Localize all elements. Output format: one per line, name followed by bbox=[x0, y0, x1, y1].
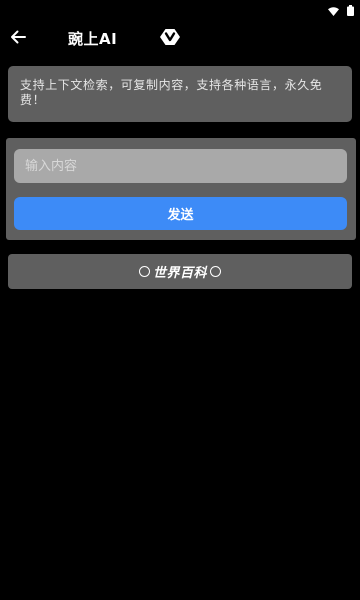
back-button[interactable] bbox=[4, 24, 32, 52]
chevron-diamond-icon bbox=[160, 29, 180, 49]
input-panel: 发送 bbox=[6, 138, 356, 240]
intro-text: 支持上下文检索，可复制内容，支持各种语言，永久免费！ bbox=[20, 78, 323, 107]
battery-icon bbox=[347, 1, 354, 20]
send-button[interactable]: 发送 bbox=[14, 197, 347, 230]
chat-input[interactable] bbox=[14, 149, 347, 183]
wifi-icon bbox=[328, 1, 339, 20]
app-title: 豌上AI bbox=[68, 30, 118, 48]
ring-icon bbox=[210, 266, 221, 277]
intro-card: 支持上下文检索，可复制内容，支持各种语言，永久免费！ bbox=[8, 66, 352, 122]
status-bar bbox=[0, 0, 360, 16]
app-action-button[interactable] bbox=[159, 28, 181, 50]
world-encyclopedia-button[interactable]: 世界百科 bbox=[8, 254, 352, 289]
status-icons bbox=[328, 1, 354, 20]
app-bar: 豌上AI bbox=[0, 20, 360, 56]
ring-icon bbox=[138, 266, 150, 277]
arrow-left-icon bbox=[10, 29, 26, 48]
world-encyclopedia-label: 世界百科 bbox=[152, 266, 207, 281]
